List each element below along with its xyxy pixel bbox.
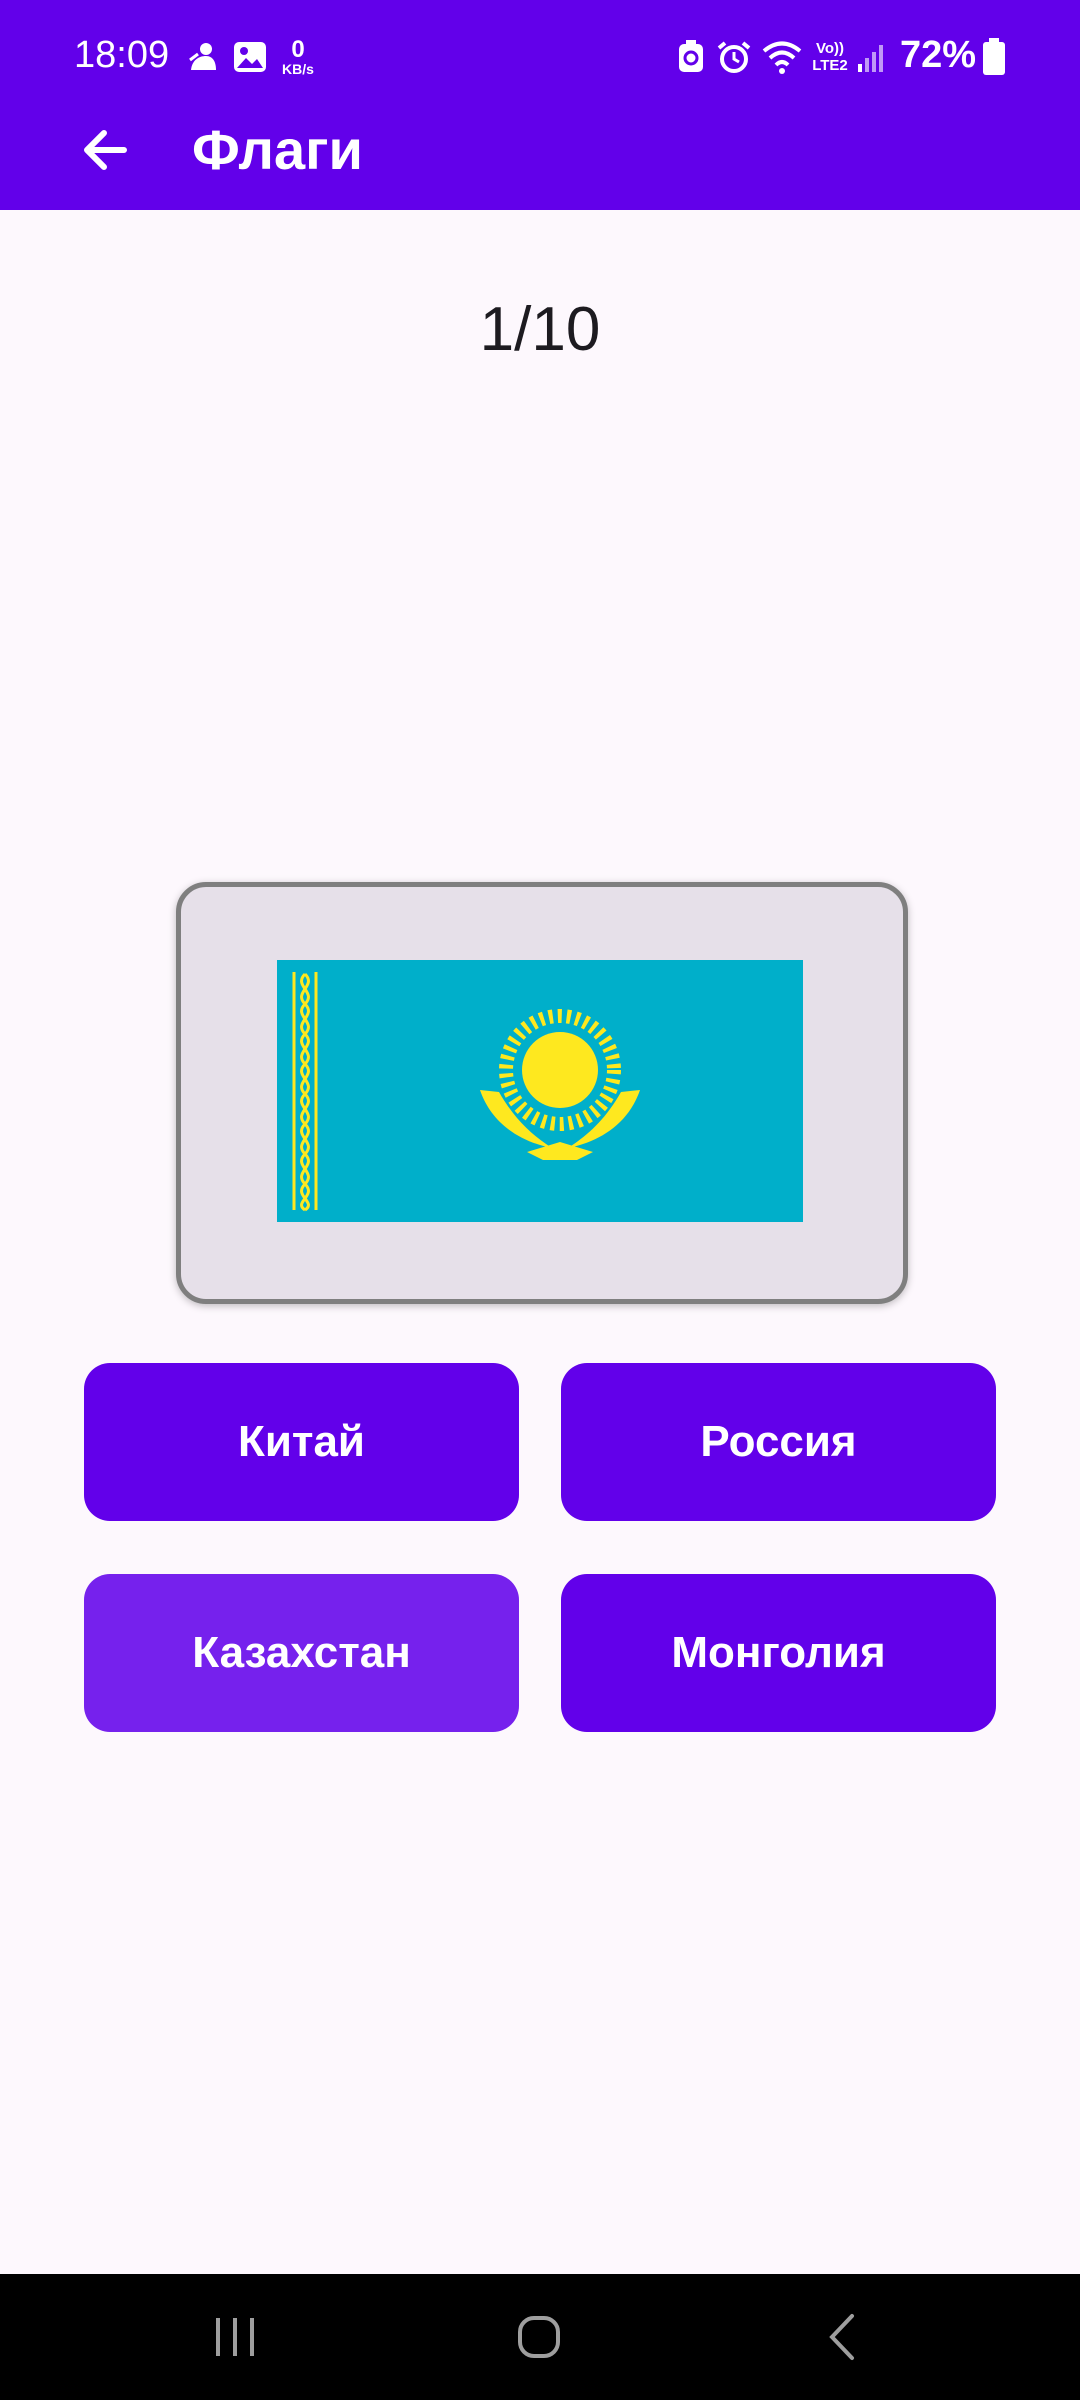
signal-icon: [858, 45, 883, 72]
app-bar: Флаги: [0, 120, 1080, 210]
battery-saver-icon: [679, 40, 703, 72]
back-icon[interactable]: [822, 2312, 862, 2362]
lte-label: LTE2: [812, 57, 848, 74]
net-speed-value: 0: [291, 36, 305, 63]
volte-label: Vo)): [815, 40, 845, 57]
notification-icon: [189, 43, 216, 70]
question-counter: 1/10: [479, 295, 601, 364]
network-speed: 0 KB/s: [276, 36, 320, 77]
page-title: Флаги: [192, 118, 363, 181]
answer-button-russia[interactable]: Россия: [561, 1363, 996, 1521]
home-icon[interactable]: [514, 2312, 564, 2362]
arrow-back-icon[interactable]: [76, 120, 136, 180]
battery-icon: [983, 38, 1005, 75]
battery-percent: 72%: [900, 34, 977, 76]
alarm-icon: [717, 41, 751, 73]
kazakhstan-flag: [277, 960, 803, 1222]
answer-button-china[interactable]: Китай: [84, 1363, 519, 1521]
answer-button-kazakhstan[interactable]: Казахстан: [84, 1574, 519, 1732]
wifi-icon: [762, 41, 802, 74]
status-bar: 18:09 0 KB/s Vo)) LTE2 72%: [0, 0, 1080, 120]
status-time: 18:09: [74, 34, 170, 76]
answer-button-mongolia[interactable]: Монголия: [561, 1574, 996, 1732]
navigation-bar: [0, 2274, 1080, 2400]
gallery-icon: [234, 42, 266, 72]
network-type: Vo)) LTE2: [808, 40, 852, 74]
recents-icon[interactable]: [212, 2312, 258, 2362]
net-speed-unit: KB/s: [282, 61, 314, 77]
